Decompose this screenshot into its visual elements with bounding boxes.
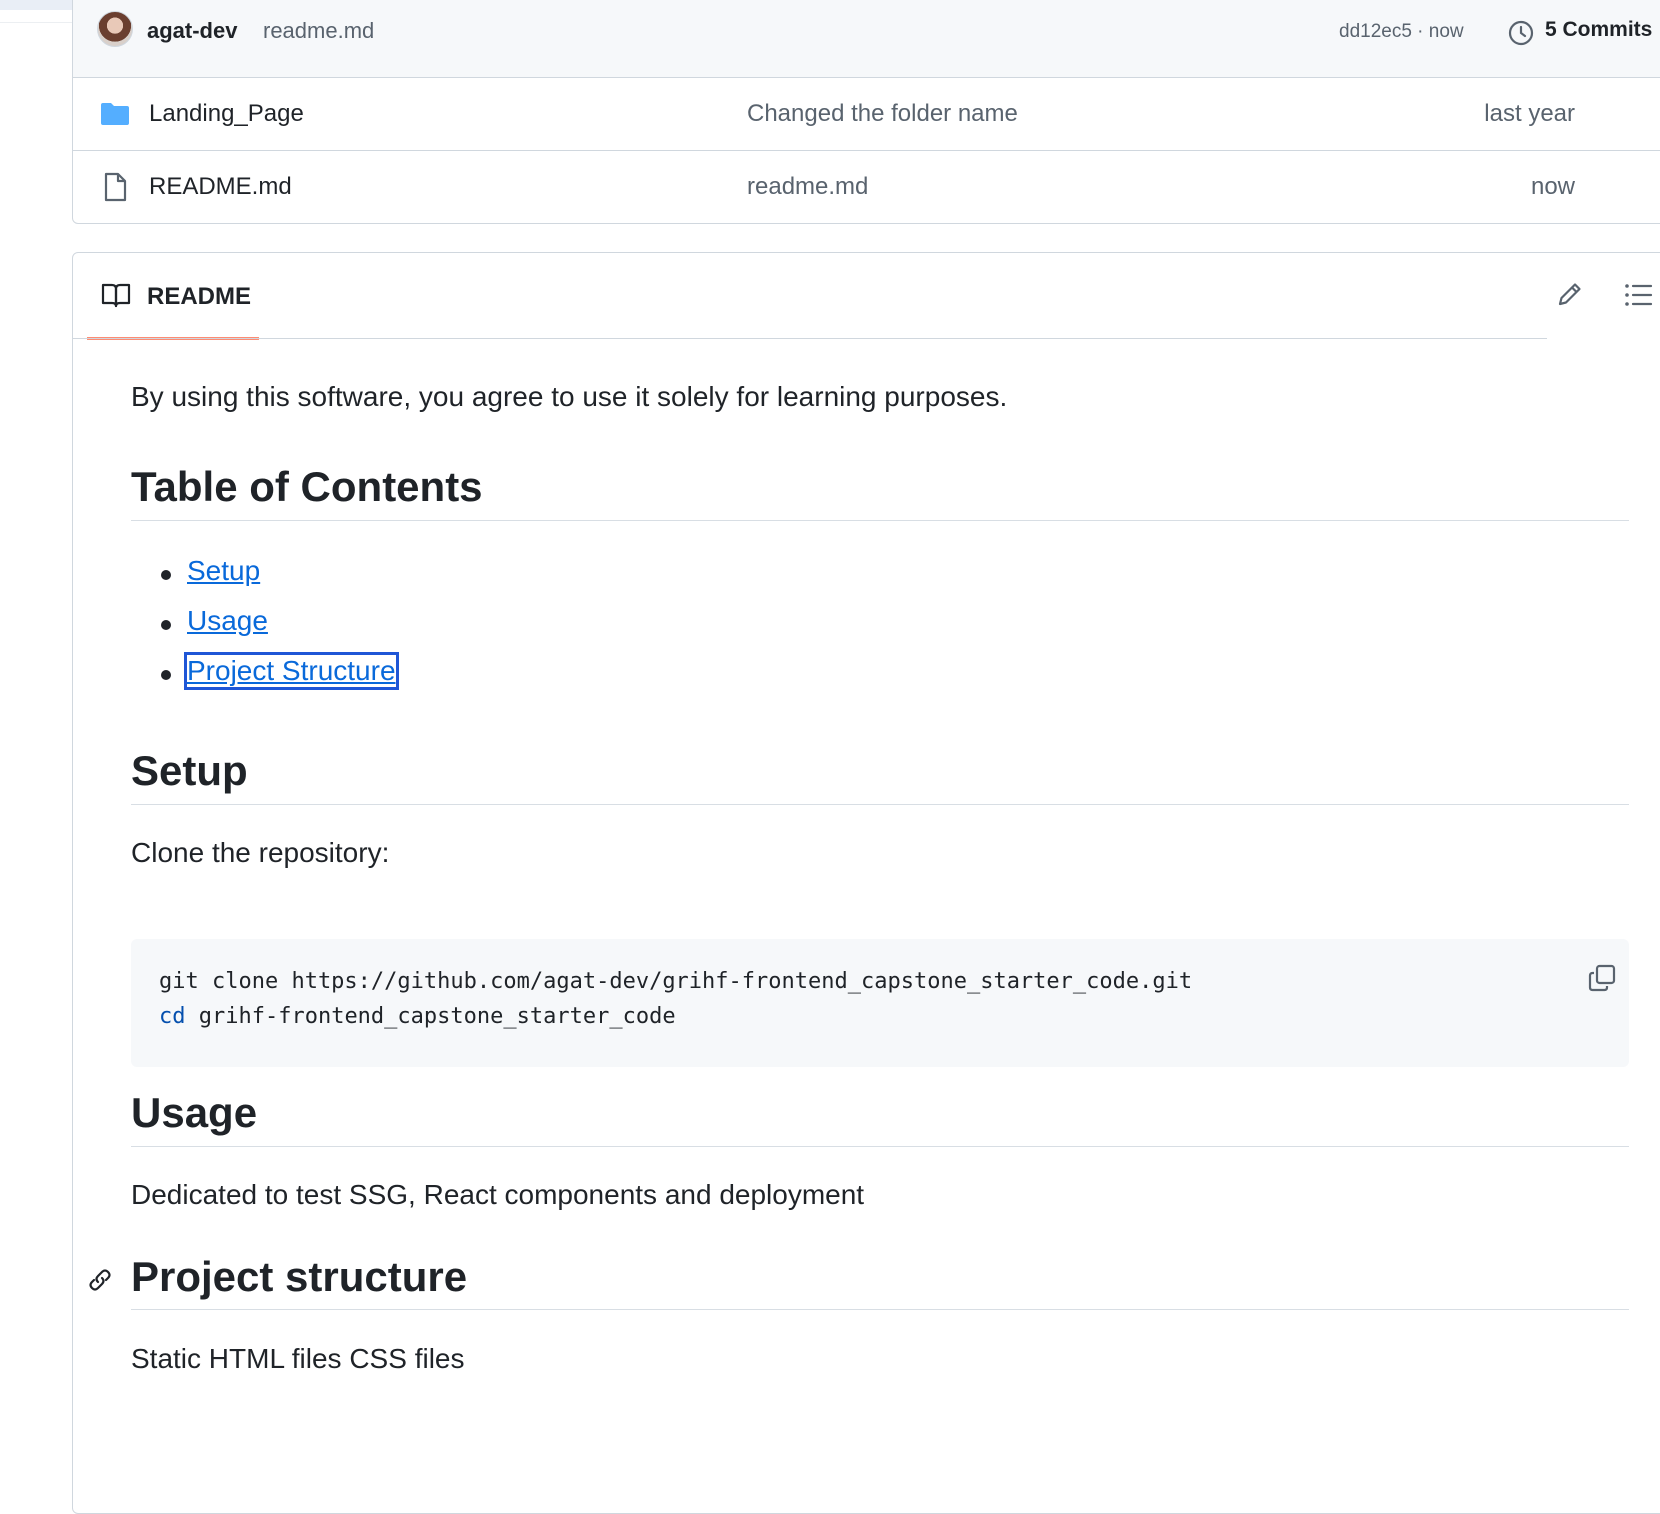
readme-box: README By using this software, you agree… xyxy=(72,252,1660,1514)
history-icon[interactable] xyxy=(1507,19,1535,47)
latest-commit-bar: agat-dev readme.md dd12ec5 · now 5 Commi… xyxy=(73,0,1660,78)
setup-heading: Setup xyxy=(131,747,248,794)
intro-text: By using this software, you agree to use… xyxy=(131,381,1008,412)
file-row[interactable]: Landing_Page Changed the folder name las… xyxy=(73,78,1660,151)
bullet xyxy=(161,670,171,680)
usage-text: Dedicated to test SSG, React components … xyxy=(131,1179,865,1210)
project-structure-heading: Project structure xyxy=(131,1253,468,1300)
toc-link-project-structure[interactable]: Project Structure xyxy=(184,652,399,690)
toc-link-setup[interactable]: Setup xyxy=(187,555,260,587)
commit-hash-time[interactable]: dd12ec5 · now xyxy=(1339,21,1464,43)
avatar[interactable] xyxy=(97,11,133,47)
file-commit-message[interactable]: readme.md xyxy=(747,173,868,201)
heading-divider xyxy=(131,1309,1629,1310)
usage-heading: Usage xyxy=(131,1089,258,1136)
setup-text: Clone the repository: xyxy=(131,837,390,868)
commit-author[interactable]: agat-dev xyxy=(147,18,237,44)
heading-divider xyxy=(131,804,1629,805)
code-block: git clone https://github.com/agat-dev/gr… xyxy=(131,939,1629,1067)
tab-readme-label: README xyxy=(147,283,252,310)
code-keyword: cd xyxy=(159,1004,186,1029)
file-list-box: agat-dev readme.md dd12ec5 · now 5 Commi… xyxy=(72,0,1660,224)
file-name[interactable]: Landing_Page xyxy=(149,100,304,128)
commit-message[interactable]: readme.md xyxy=(263,18,374,44)
book-icon xyxy=(101,283,131,308)
pencil-icon[interactable] xyxy=(1555,279,1585,309)
folder-icon xyxy=(101,103,129,125)
code-line-2: cd grihf-frontend_capstone_starter_code xyxy=(159,1004,676,1029)
file-name[interactable]: README.md xyxy=(149,173,292,201)
code-argument: grihf-frontend_capstone_starter_code xyxy=(185,1004,676,1029)
file-row[interactable]: README.md readme.md now xyxy=(73,151,1660,223)
commits-count-link[interactable]: 5 Commits xyxy=(1545,18,1652,42)
copy-icon[interactable] xyxy=(1587,963,1617,993)
readme-header-divider xyxy=(73,338,1547,339)
project-structure-text: Static HTML files CSS files xyxy=(131,1343,465,1374)
toc-link-usage[interactable]: Usage xyxy=(187,605,268,637)
file-date: last year xyxy=(1484,100,1575,127)
link-anchor-icon[interactable] xyxy=(87,1267,113,1293)
toc-heading: Table of Contents xyxy=(131,463,483,510)
file-icon xyxy=(104,172,127,202)
list-icon[interactable] xyxy=(1623,281,1653,309)
file-date: now xyxy=(1530,173,1575,200)
file-commit-message[interactable]: Changed the folder name xyxy=(747,100,1018,128)
code-line-1: git clone https://github.com/agat-dev/gr… xyxy=(159,969,1193,994)
tab-readme[interactable]: README xyxy=(87,253,259,340)
bullet xyxy=(161,620,171,630)
heading-divider xyxy=(131,520,1629,521)
bullet xyxy=(161,570,171,580)
heading-divider xyxy=(131,1146,1629,1147)
